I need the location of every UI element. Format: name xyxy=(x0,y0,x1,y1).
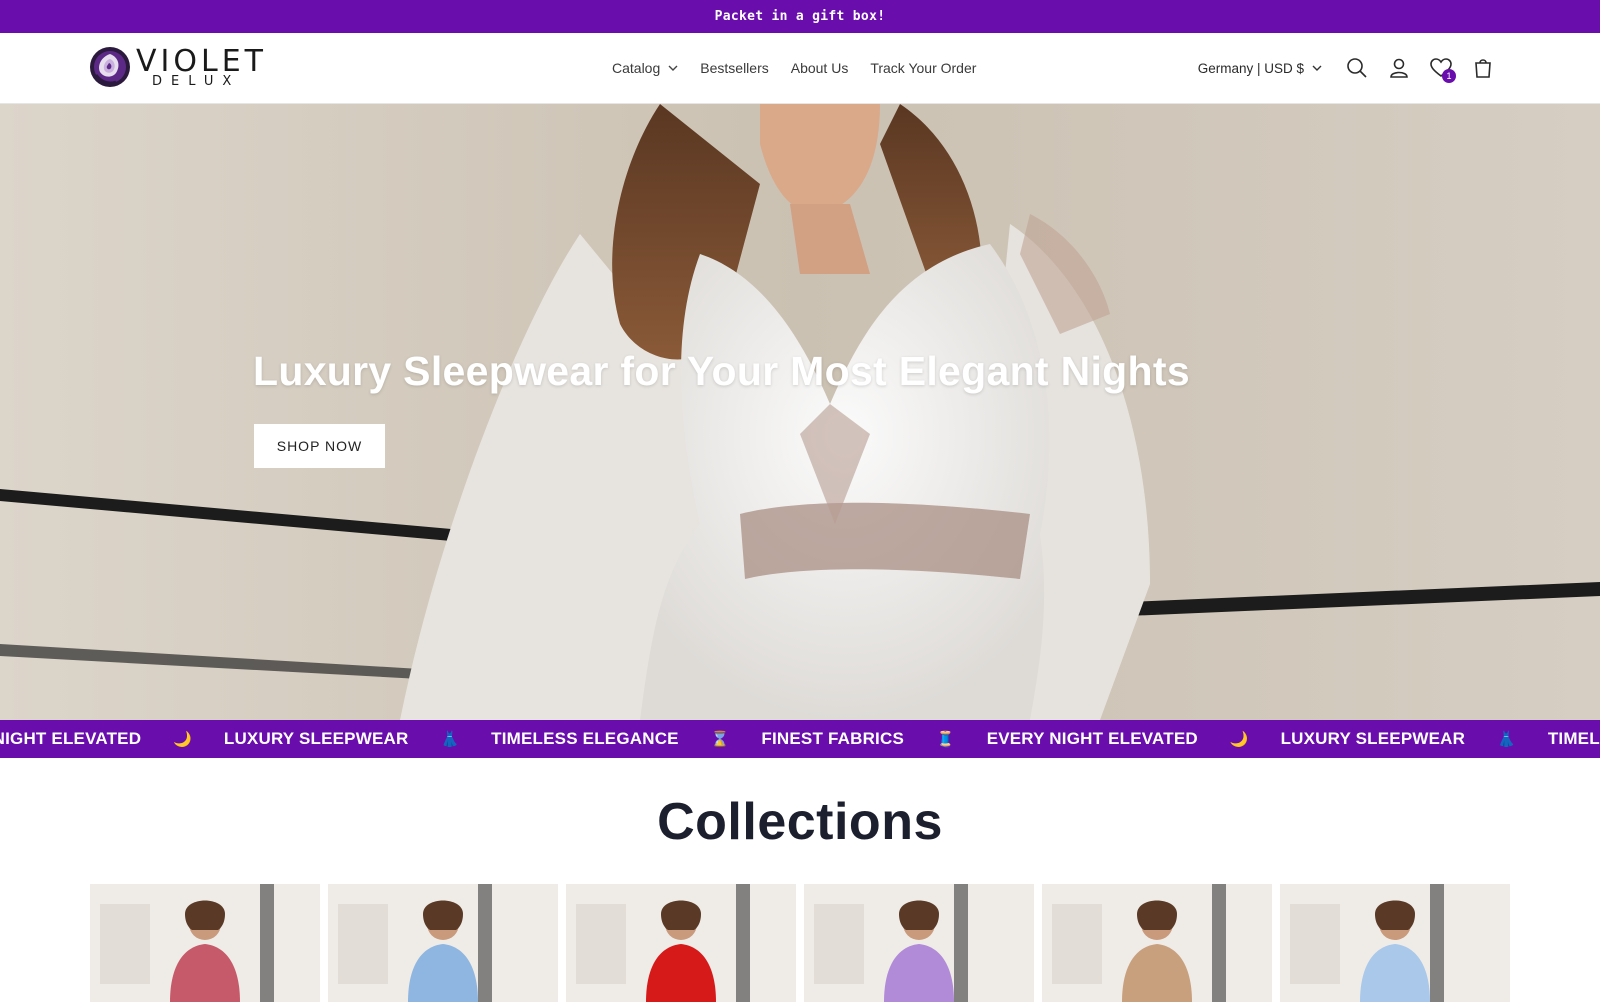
chevron-down-icon xyxy=(1312,65,1322,71)
nav-label-bestsellers: Bestsellers xyxy=(700,60,769,76)
collection-image xyxy=(328,884,558,1002)
marquee-strip: EVERY NIGHT ELEVATED 🌙 LUXURY SLEEPWEAR 👗 TI… xyxy=(0,720,1600,758)
marquee-separator-icon: 🧵 xyxy=(936,731,955,748)
marquee-track: EVERY NIGHT ELEVATED 🌙 LUXURY SLEEPWEAR 👗 TI… xyxy=(0,720,1600,758)
shop-now-button[interactable]: SHOP NOW xyxy=(254,424,385,468)
collection-blue-slip[interactable] xyxy=(328,884,558,1002)
announcement-text: Packet in a gift box! xyxy=(714,9,886,24)
collection-image xyxy=(804,884,1034,1002)
nav-item-bestsellers[interactable]: Bestsellers xyxy=(700,60,768,76)
wishlist-count-badge: 1 xyxy=(1442,69,1456,83)
marquee-separator-icon: 👗 xyxy=(440,731,460,748)
collection-image xyxy=(90,884,320,1002)
marquee-item: FINEST FABRICS xyxy=(761,729,904,748)
hero-title: Luxury Sleepwear for Your Most Elegant N… xyxy=(253,348,1190,394)
rose-logo-icon xyxy=(90,47,130,87)
marquee-separator-icon: ⌛ xyxy=(710,731,730,748)
site-header: VIOLET DELUX Catalog Bestsellers About U… xyxy=(0,33,1600,104)
collection-image xyxy=(1280,884,1510,1002)
collection-sky-slip[interactable] xyxy=(1280,884,1510,1002)
brand-tagline: DELUX xyxy=(152,73,241,89)
search-icon xyxy=(1347,58,1367,78)
nav-label-about-us: About Us xyxy=(790,60,849,76)
nav-item-about-us[interactable]: About Us xyxy=(791,60,849,76)
marquee-item: LUXURY SLEEPWEAR xyxy=(223,729,409,748)
marquee-separator-icon: 👗 xyxy=(1497,731,1516,748)
account-icon xyxy=(1390,58,1408,78)
marquee-separator-icon: 🌙 xyxy=(173,731,192,748)
collection-lilac-lounge[interactable] xyxy=(804,884,1034,1002)
collection-kitchen-set[interactable] xyxy=(1042,884,1272,1002)
nav-label-catalog: Catalog xyxy=(612,60,661,76)
nav-item-track-order[interactable]: Track Your Order xyxy=(870,60,976,76)
marquee-item: TIMELESS ELEGANCE xyxy=(491,729,679,748)
chevron-down-icon xyxy=(668,65,678,71)
marquee-item: LUXURY SLEEPWEAR xyxy=(1280,729,1466,748)
collection-pink-robe[interactable] xyxy=(90,884,320,1002)
search-button[interactable] xyxy=(1336,47,1378,89)
collection-image xyxy=(566,884,796,1002)
hero-image xyxy=(0,104,1600,720)
marquee-item: EVERY NIGHT ELEVATED xyxy=(0,729,142,748)
cart-button[interactable] xyxy=(1462,47,1504,89)
cart-icon xyxy=(1475,59,1491,78)
collection-red-lace[interactable] xyxy=(566,884,796,1002)
brand-name: VIOLET xyxy=(136,43,267,79)
wishlist-button[interactable]: 1 xyxy=(1420,47,1462,89)
collections-heading: Collections xyxy=(657,793,943,851)
collection-image xyxy=(1042,884,1272,1002)
marquee-item: TIMELESS ELEGANCE xyxy=(1547,729,1600,748)
locale-label: Germany | USD $ xyxy=(1197,60,1304,76)
header-actions: Germany | USD $ 1 xyxy=(1198,33,1504,103)
marquee-item: EVERY NIGHT ELEVATED xyxy=(986,729,1198,748)
account-button[interactable] xyxy=(1378,47,1420,89)
announcement-bar: Packet in a gift box! xyxy=(0,0,1600,33)
collections-grid xyxy=(90,884,1510,1002)
nav-item-catalog[interactable]: Catalog xyxy=(612,60,678,76)
main-nav: Catalog Bestsellers About Us Track Your … xyxy=(612,33,998,103)
marquee-separator-icon: 🌙 xyxy=(1229,731,1249,748)
hero-banner: Luxury Sleepwear for Your Most Elegant N… xyxy=(0,104,1600,720)
brand-logo[interactable]: VIOLET DELUX xyxy=(88,45,267,89)
nav-label-track-order: Track Your Order xyxy=(870,60,977,76)
locale-selector[interactable]: Germany | USD $ xyxy=(1198,61,1322,76)
